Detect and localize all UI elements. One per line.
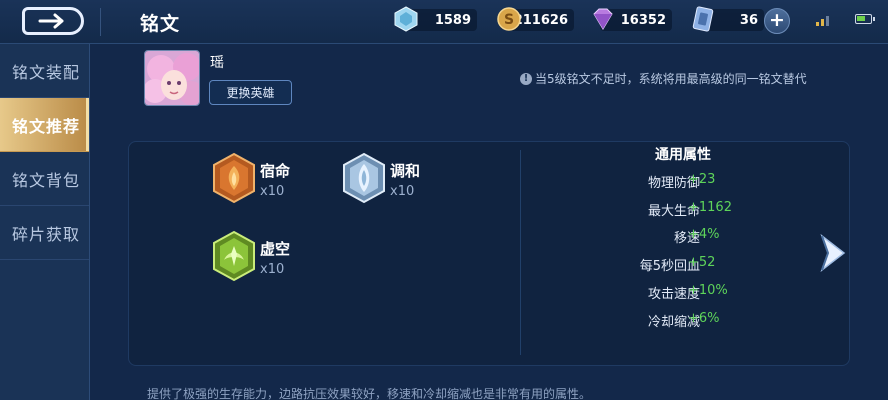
- back-button[interactable]: [22, 7, 84, 35]
- sidebar-item-rune-bag[interactable]: 铭文背包: [0, 152, 89, 206]
- sidebar-item-rune-recommend[interactable]: 铭文推荐: [0, 98, 89, 152]
- gold-counter: 211626 S: [497, 7, 574, 32]
- signal-icon: [816, 16, 829, 26]
- gold-coin-icon: S: [497, 7, 521, 31]
- back-arrow-icon: [38, 13, 64, 29]
- hero-name: 瑶: [210, 55, 224, 71]
- sidebar: 铭文装配 铭文推荐 铭文背包 碎片获取: [0, 44, 90, 400]
- stat-value: +6%: [688, 311, 720, 326]
- stat-row: 攻击速度 +10%: [520, 283, 820, 303]
- gem-icon: [593, 8, 613, 30]
- stat-row: 每5秒回血 +52: [520, 255, 820, 275]
- change-hero-button[interactable]: 更换英雄: [209, 80, 292, 105]
- stat-value: +10%: [688, 283, 728, 298]
- svg-text:S: S: [504, 12, 514, 28]
- rune-name: 调和: [390, 162, 421, 180]
- rune-count: x10: [260, 262, 285, 277]
- hero-avatar: [144, 50, 200, 106]
- page-title: 铭文: [140, 13, 181, 35]
- battery-icon: [855, 14, 875, 24]
- hero-portrait-icon: [145, 51, 199, 105]
- stat-row: 冷却缩减 +6%: [520, 311, 820, 331]
- stat-row: 物理防御 +23: [520, 172, 820, 192]
- rune-item[interactable]: 虚空 x10: [210, 230, 290, 282]
- rune-item[interactable]: 宿命 x10: [210, 152, 290, 204]
- diamond-icon: [394, 6, 418, 32]
- rune-description: 提供了极强的生存能力，边路抗压效果较好，移速和冷却缩减也是非常有用的属性。: [147, 387, 592, 400]
- stat-row: 移速 +4%: [520, 227, 820, 247]
- rune-void-icon: [213, 230, 255, 282]
- rune-item[interactable]: 调和 x10: [340, 152, 420, 204]
- rune-harmony-icon: [343, 152, 385, 204]
- stat-value: +52: [688, 255, 716, 270]
- gem-counter: 16352: [593, 8, 672, 32]
- add-card-button[interactable]: +: [764, 8, 790, 34]
- sidebar-item-rune-equip[interactable]: 铭文装配: [0, 44, 89, 98]
- stat-value: +4%: [688, 227, 720, 242]
- hint-label: 当5级铭文不足时，系统将用最高级的同一铭文替代: [535, 72, 807, 86]
- stat-value: +1162: [688, 200, 732, 215]
- diamond-counter: 1589: [394, 6, 477, 32]
- stat-row: 最大生命 +1162: [520, 200, 820, 220]
- top-bar: 铭文 1589 211626 S 16352 36 +: [0, 0, 888, 44]
- top-separator: [100, 8, 101, 36]
- hint-text: ! 当5级铭文不足时，系统将用最高级的同一铭文替代: [520, 70, 807, 87]
- next-arrow-icon[interactable]: [816, 232, 848, 274]
- rune-name: 宿命: [260, 162, 291, 180]
- stat-value: +23: [688, 172, 716, 187]
- sidebar-item-fragment-obtain[interactable]: 碎片获取: [0, 206, 89, 260]
- rune-count: x10: [260, 184, 285, 199]
- stats-title: 通用属性: [655, 147, 711, 163]
- rune-count: x10: [390, 184, 415, 199]
- card-counter: 36: [692, 6, 764, 32]
- rune-fate-icon: [213, 152, 255, 204]
- info-icon: !: [520, 72, 532, 85]
- rune-name: 虚空: [260, 240, 291, 258]
- card-icon: [692, 6, 714, 32]
